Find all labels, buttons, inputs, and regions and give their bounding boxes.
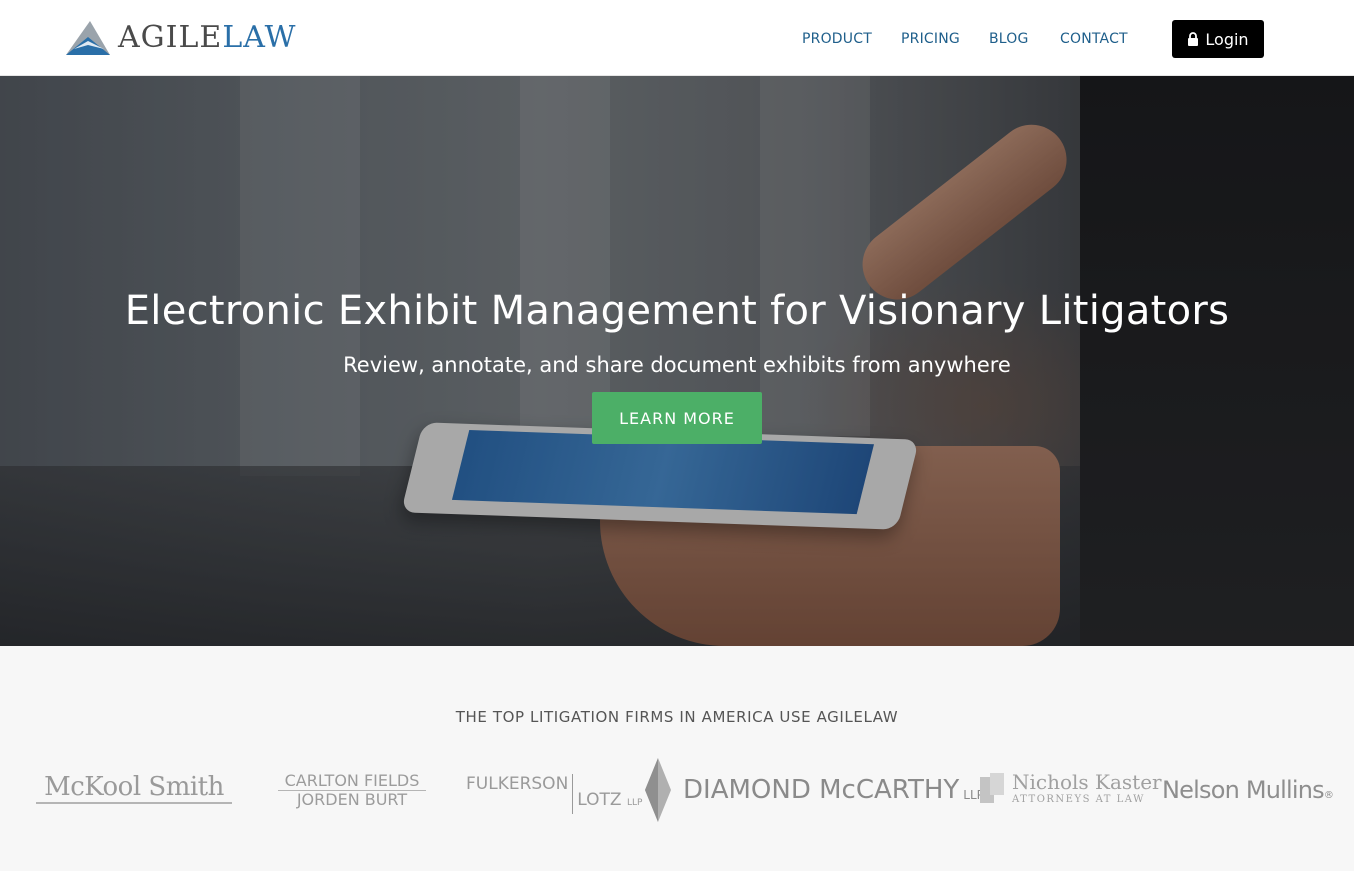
logo-text: AGILELAW (118, 20, 297, 55)
client-logo-diamond-mccarthy: DIAMOND McCARTHY LLP (645, 758, 984, 822)
lock-icon (1188, 32, 1199, 46)
hero-subtitle: Review, annotate, and share document exh… (343, 353, 1011, 377)
hero-section: Electronic Exhibit Management for Vision… (0, 76, 1354, 646)
agilelaw-logo[interactable]: AGILELAW (64, 18, 297, 58)
nav-product[interactable]: PRODUCT (802, 31, 872, 47)
login-button[interactable]: Login (1172, 20, 1264, 58)
site-header: AGILELAW PRODUCT PRICING BLOG CONTACT Lo… (0, 0, 1354, 76)
client-logo-nelson-mullins: Nelson Mullins® (1162, 776, 1334, 804)
nav-pricing[interactable]: PRICING (901, 31, 960, 47)
client-logo-mckool-smith: McKool Smith (36, 772, 232, 804)
registered-mark-icon: ® (1323, 790, 1334, 801)
nav-blog[interactable]: BLOG (989, 31, 1029, 47)
client-logo-carlton-fields: CARLTON FIELDS JORDEN BURT (278, 772, 426, 809)
hero-title: Electronic Exhibit Management for Vision… (124, 288, 1230, 334)
diamond-icon (645, 758, 671, 822)
nichols-kaster-mark-icon (980, 772, 1004, 803)
nav-contact[interactable]: CONTACT (1060, 31, 1128, 47)
client-logo-fulkerson-lotz: FULKERSONLOTZ LLP (466, 774, 642, 814)
login-label: Login (1205, 29, 1249, 49)
clients-heading: THE TOP LITIGATION FIRMS IN AMERICA USE … (455, 708, 899, 726)
learn-more-button[interactable]: LEARN MORE (592, 392, 762, 444)
client-logo-nichols-kaster: Nichols Kaster ATTORNEYS AT LAW (978, 770, 1162, 805)
logo-mark-icon (66, 21, 110, 55)
